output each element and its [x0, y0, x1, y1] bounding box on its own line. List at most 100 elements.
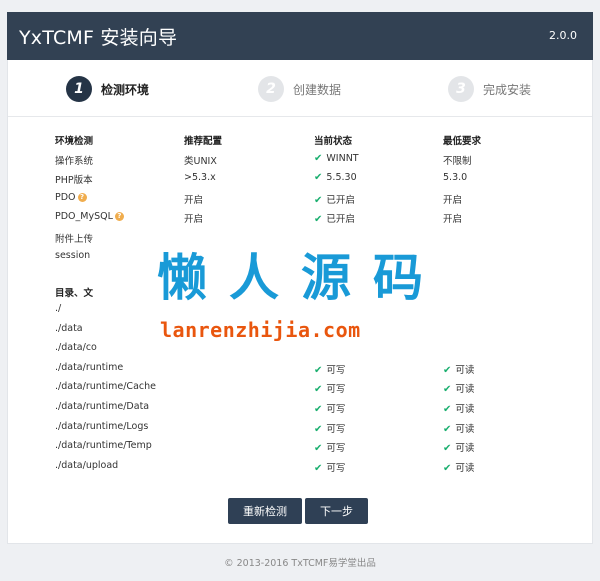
dir-path: ./data/co [55, 342, 97, 354]
dir-path: ./data/runtime/Logs [55, 420, 149, 432]
watermark-url: lanrenzhijia.com [160, 318, 361, 342]
env-row: 操作系统 类UNIX ✔ WINNT 不限制 [55, 150, 535, 169]
status-text: WINNT [326, 152, 359, 164]
check-icon: ✔ [314, 172, 323, 183]
dir-row: ./data/runtime/Temp ✔ 可写 ✔ 可读 [55, 437, 535, 456]
dir-row: ./data/runtime/Cache ✔ 可写 ✔ 可读 [55, 378, 535, 397]
help-icon[interactable]: ? [77, 192, 87, 202]
dir-path: ./data [55, 322, 83, 334]
status-text: 可读 [455, 404, 475, 415]
check-name-text: session [55, 250, 91, 261]
recommended-value: 类UNIX [184, 155, 217, 167]
check-icon: ✔ [314, 364, 323, 376]
steps-bar: 1 检测环境 2 创建数据 3 完成安装 [8, 60, 592, 117]
check-icon: ✔ [314, 152, 323, 164]
status-cell: ✔ 可写 [314, 421, 345, 435]
status-text: 5.5.30 [326, 172, 357, 183]
minimum-value: 开启 [443, 214, 463, 225]
check-name-text: 操作系统 [55, 155, 94, 167]
status-cell: ✔ 可读 [443, 460, 474, 474]
status-text: 可写 [326, 423, 346, 435]
status-text: 可写 [326, 364, 346, 376]
env-row: PDO_MySQL? 开启 ✔ 已开启 开启 [55, 208, 535, 227]
check-icon: ✔ [314, 443, 323, 455]
minimum-value: 5.3.0 [443, 172, 468, 183]
status-text: 可写 [326, 384, 346, 396]
status-cell: ✔ 已开启 [314, 192, 355, 206]
dir-path: ./ [55, 303, 62, 314]
check-icon: ✔ [314, 214, 323, 225]
status-cell: ✔ 可写 [314, 381, 345, 395]
step-2: 2 创建数据 [258, 75, 341, 103]
dir-path: ./data/upload [55, 459, 119, 471]
dir-path: ./data/runtime/Data [55, 401, 150, 412]
dir-path: ./data/runtime/Temp [55, 440, 152, 452]
check-name-text: PHP版本 [55, 175, 93, 186]
step-label: 完成安装 [483, 82, 532, 97]
column-header: 环境检测 [55, 136, 94, 147]
minimum-value: 开启 [443, 194, 463, 206]
check-icon: ✔ [314, 384, 323, 396]
check-name-text: PDO_MySQL [55, 211, 113, 222]
check-name: PDO_MySQL? [55, 211, 124, 222]
status-text: 可读 [455, 384, 475, 396]
dir-row: ./data/runtime ✔ 可写 ✔ 可读 [55, 359, 535, 378]
check-icon: ✔ [314, 462, 323, 474]
check-icon: ✔ [443, 384, 452, 396]
recommended-value: 开启 [184, 194, 204, 206]
version-label: 2.0.0 [549, 29, 577, 42]
help-icon[interactable]: ? [114, 212, 124, 221]
status-cell: ✔ 可写 [314, 362, 345, 376]
check-icon: ✔ [443, 423, 452, 435]
check-name: PDO? [55, 192, 87, 203]
step-label: 创建数据 [293, 82, 342, 97]
env-header-row: 环境检测 推荐配置 当前状态 最低要求 [55, 130, 535, 149]
column-header: 当前状态 [314, 136, 353, 147]
status-cell: ✔ 已开启 [314, 211, 355, 225]
status-text: 可读 [455, 443, 475, 455]
check-icon: ✔ [443, 462, 452, 474]
env-row: PHP版本 >5.3.x ✔ 5.5.30 5.3.0 [55, 169, 535, 188]
minimum-value: 不限制 [443, 155, 472, 167]
check-icon: ✔ [443, 364, 452, 376]
check-name-text: 附件上传 [55, 233, 94, 245]
check-icon: ✔ [314, 423, 323, 435]
check-icon: ✔ [443, 404, 452, 415]
status-cell: ✔ 可读 [443, 440, 474, 454]
next-button[interactable]: 下一步 [305, 498, 368, 524]
step-number: 2 [258, 76, 284, 102]
status-text: 已开启 [326, 214, 355, 225]
status-cell: ✔ 可写 [314, 460, 345, 474]
recommended-value: >5.3.x [184, 172, 216, 183]
dir-row: ./data/runtime/Logs ✔ 可写 ✔ 可读 [55, 418, 535, 437]
check-icon: ✔ [443, 443, 452, 455]
check-name: 附件上传 [55, 231, 93, 245]
app-title: YxTCMF 安装向导 [19, 27, 178, 49]
watermark-logo: 懒人源码 [157, 249, 445, 307]
step-3: 3 完成安装 [448, 75, 531, 103]
status-cell: ✔ 可读 [443, 362, 474, 376]
status-cell: ✔ 可读 [443, 421, 474, 435]
check-name-text: PDO [55, 191, 76, 203]
recheck-button[interactable]: 重新检测 [228, 498, 302, 524]
status-cell: ✔ 可写 [314, 440, 345, 454]
status-cell: ✔ WINNT [314, 153, 359, 164]
check-icon: ✔ [314, 404, 323, 415]
env-row: PDO? 开启 ✔ 已开启 开启 [55, 189, 535, 208]
step-number: 3 [448, 76, 474, 102]
status-cell: ✔ 可写 [314, 401, 345, 415]
check-name: session [55, 250, 90, 261]
status-text: 可读 [455, 423, 475, 435]
status-cell: ✔ 5.5.30 [314, 172, 357, 183]
dir-path: ./data/runtime/Cache [55, 381, 156, 393]
step-label: 检测环境 [101, 82, 150, 97]
app-header: YxTCMF 安装向导 2.0.0 [7, 12, 593, 60]
footer-copyright: © 2013-2016 TxTCMF易学堂出品 [224, 558, 376, 569]
recommended-value: 开启 [184, 214, 204, 225]
status-text: 可写 [326, 404, 346, 415]
check-icon: ✔ [314, 194, 323, 206]
check-name: 操作系统 [55, 153, 93, 167]
status-cell: ✔ 可读 [443, 401, 474, 415]
status-cell: ✔ 可读 [443, 381, 474, 395]
status-text: 可写 [326, 443, 346, 455]
